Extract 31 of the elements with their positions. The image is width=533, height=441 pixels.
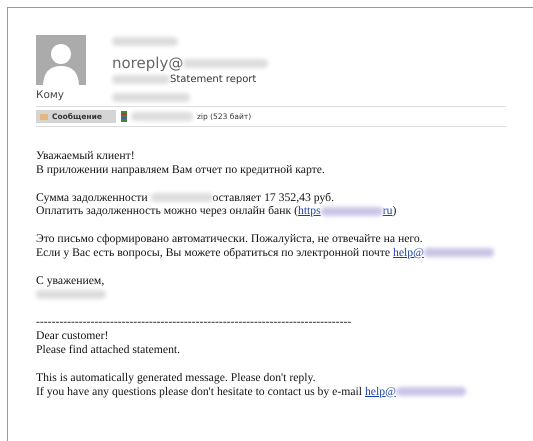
subject: Statement report — [170, 74, 256, 85]
body-text: --------------------------------------------------------------------------------- — [36, 315, 352, 330]
body-text: If you have any questions please don't hesitate to contact us by e-mail — [36, 384, 364, 398]
to-label: Кому — [36, 89, 66, 101]
body-text: Please find attached statement. — [36, 342, 180, 357]
body-text: ) — [392, 204, 396, 218]
body-text: Уважаемый клиент! — [36, 149, 135, 163]
body-text: Если у Вас есть вопросы, Вы можете обратиться по электронной почте — [36, 246, 392, 260]
redacted-text — [130, 112, 193, 121]
link[interactable]: help@ — [393, 246, 424, 260]
redacted-text — [424, 248, 494, 258]
link[interactable]: help@ — [364, 384, 396, 398]
body-text: оставляет 17 352,43 руб. — [212, 190, 334, 204]
redacted-text — [36, 290, 106, 299]
body-text: Сумма задолженности — [36, 190, 149, 204]
redacted-text — [150, 192, 213, 202]
sender-address: noreply@ — [112, 54, 184, 72]
redacted-text — [112, 75, 170, 84]
body-text: С уважением, — [36, 274, 104, 288]
body-text: В приложении направляем Вам отчет по кредитной карте. — [36, 162, 325, 177]
body-text: This is automatically generated message. Please don't reply. — [36, 370, 316, 385]
archive-icon — [120, 111, 127, 122]
redacted-text — [112, 37, 178, 46]
redacted-text — [320, 206, 383, 216]
link[interactable]: ru — [382, 204, 392, 218]
redacted-text — [396, 386, 466, 396]
link[interactable]: https — [298, 204, 321, 218]
avatar-icon — [36, 35, 86, 85]
body-text: Это письмо сформировано автоматически. Пожалуйста, не отвечайте на него. — [36, 232, 423, 246]
body-text: Оплатить задолженность можно через онлайн банк ( — [36, 204, 298, 218]
body-text: Dear customer! — [36, 329, 108, 343]
